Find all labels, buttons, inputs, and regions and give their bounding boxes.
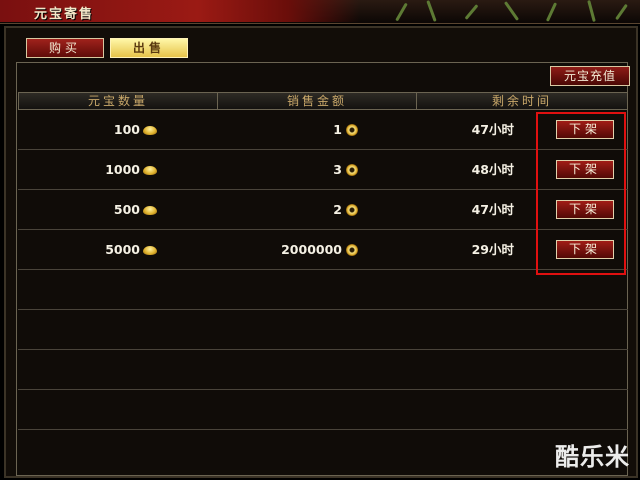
time-cell: 29小时 — [471, 241, 514, 257]
delist-button[interactable]: 下架 — [556, 240, 614, 259]
quantity-cell: 5000 — [18, 230, 217, 270]
listing-table: 元宝数量 销售金额 剩余时间 100 1 47小时 下架 1000 3 48小时… — [18, 92, 628, 430]
time-cell: 47小时 — [471, 201, 514, 217]
delist-button[interactable]: 下架 — [556, 120, 614, 139]
header-price: 销售金额 — [218, 93, 417, 109]
tab-sell[interactable]: 出售 — [110, 38, 188, 58]
table-row: 5000 2000000 29小时 下架 — [18, 230, 628, 270]
coin-icon — [346, 203, 358, 216]
header-quantity: 元宝数量 — [19, 93, 218, 109]
empty-row — [18, 270, 628, 310]
price-cell: 2 — [217, 190, 416, 230]
delist-button[interactable]: 下架 — [556, 200, 614, 219]
ingot-icon — [143, 245, 157, 255]
price-cell: 2000000 — [217, 230, 416, 270]
tab-buy[interactable]: 购买 — [26, 38, 104, 58]
consignment-panel: 购买 出售 元宝充值 元宝数量 销售金额 剩余时间 100 1 47小时 下架 … — [4, 26, 638, 478]
title-bar: 元宝寄售 — [0, 0, 640, 24]
empty-row — [18, 390, 628, 430]
coin-icon — [346, 123, 358, 136]
table-row: 1000 3 48小时 下架 — [18, 150, 628, 190]
empty-row — [18, 310, 628, 350]
header-time: 剩余时间 — [491, 94, 552, 108]
price-cell: 3 — [217, 150, 416, 190]
coin-icon — [346, 243, 358, 256]
table-row: 100 1 47小时 下架 — [18, 110, 628, 150]
quantity-cell: 100 — [18, 110, 217, 150]
ingot-icon — [143, 165, 157, 175]
quantity-cell: 1000 — [18, 150, 217, 190]
watermark: 酷乐米 — [555, 443, 630, 471]
table-header: 元宝数量 销售金额 剩余时间 — [18, 92, 628, 110]
bamboo-decoration — [380, 0, 640, 23]
empty-row — [18, 350, 628, 390]
recharge-button[interactable]: 元宝充值 — [550, 66, 630, 86]
window-title: 元宝寄售 — [34, 7, 95, 22]
coin-icon — [346, 163, 358, 176]
price-cell: 1 — [217, 110, 416, 150]
table-row: 500 2 47小时 下架 — [18, 190, 628, 230]
time-cell: 48小时 — [471, 161, 514, 177]
ingot-icon — [143, 205, 157, 215]
delist-button[interactable]: 下架 — [556, 160, 614, 179]
time-cell: 47小时 — [471, 121, 514, 137]
quantity-cell: 500 — [18, 190, 217, 230]
ingot-icon — [143, 125, 157, 135]
